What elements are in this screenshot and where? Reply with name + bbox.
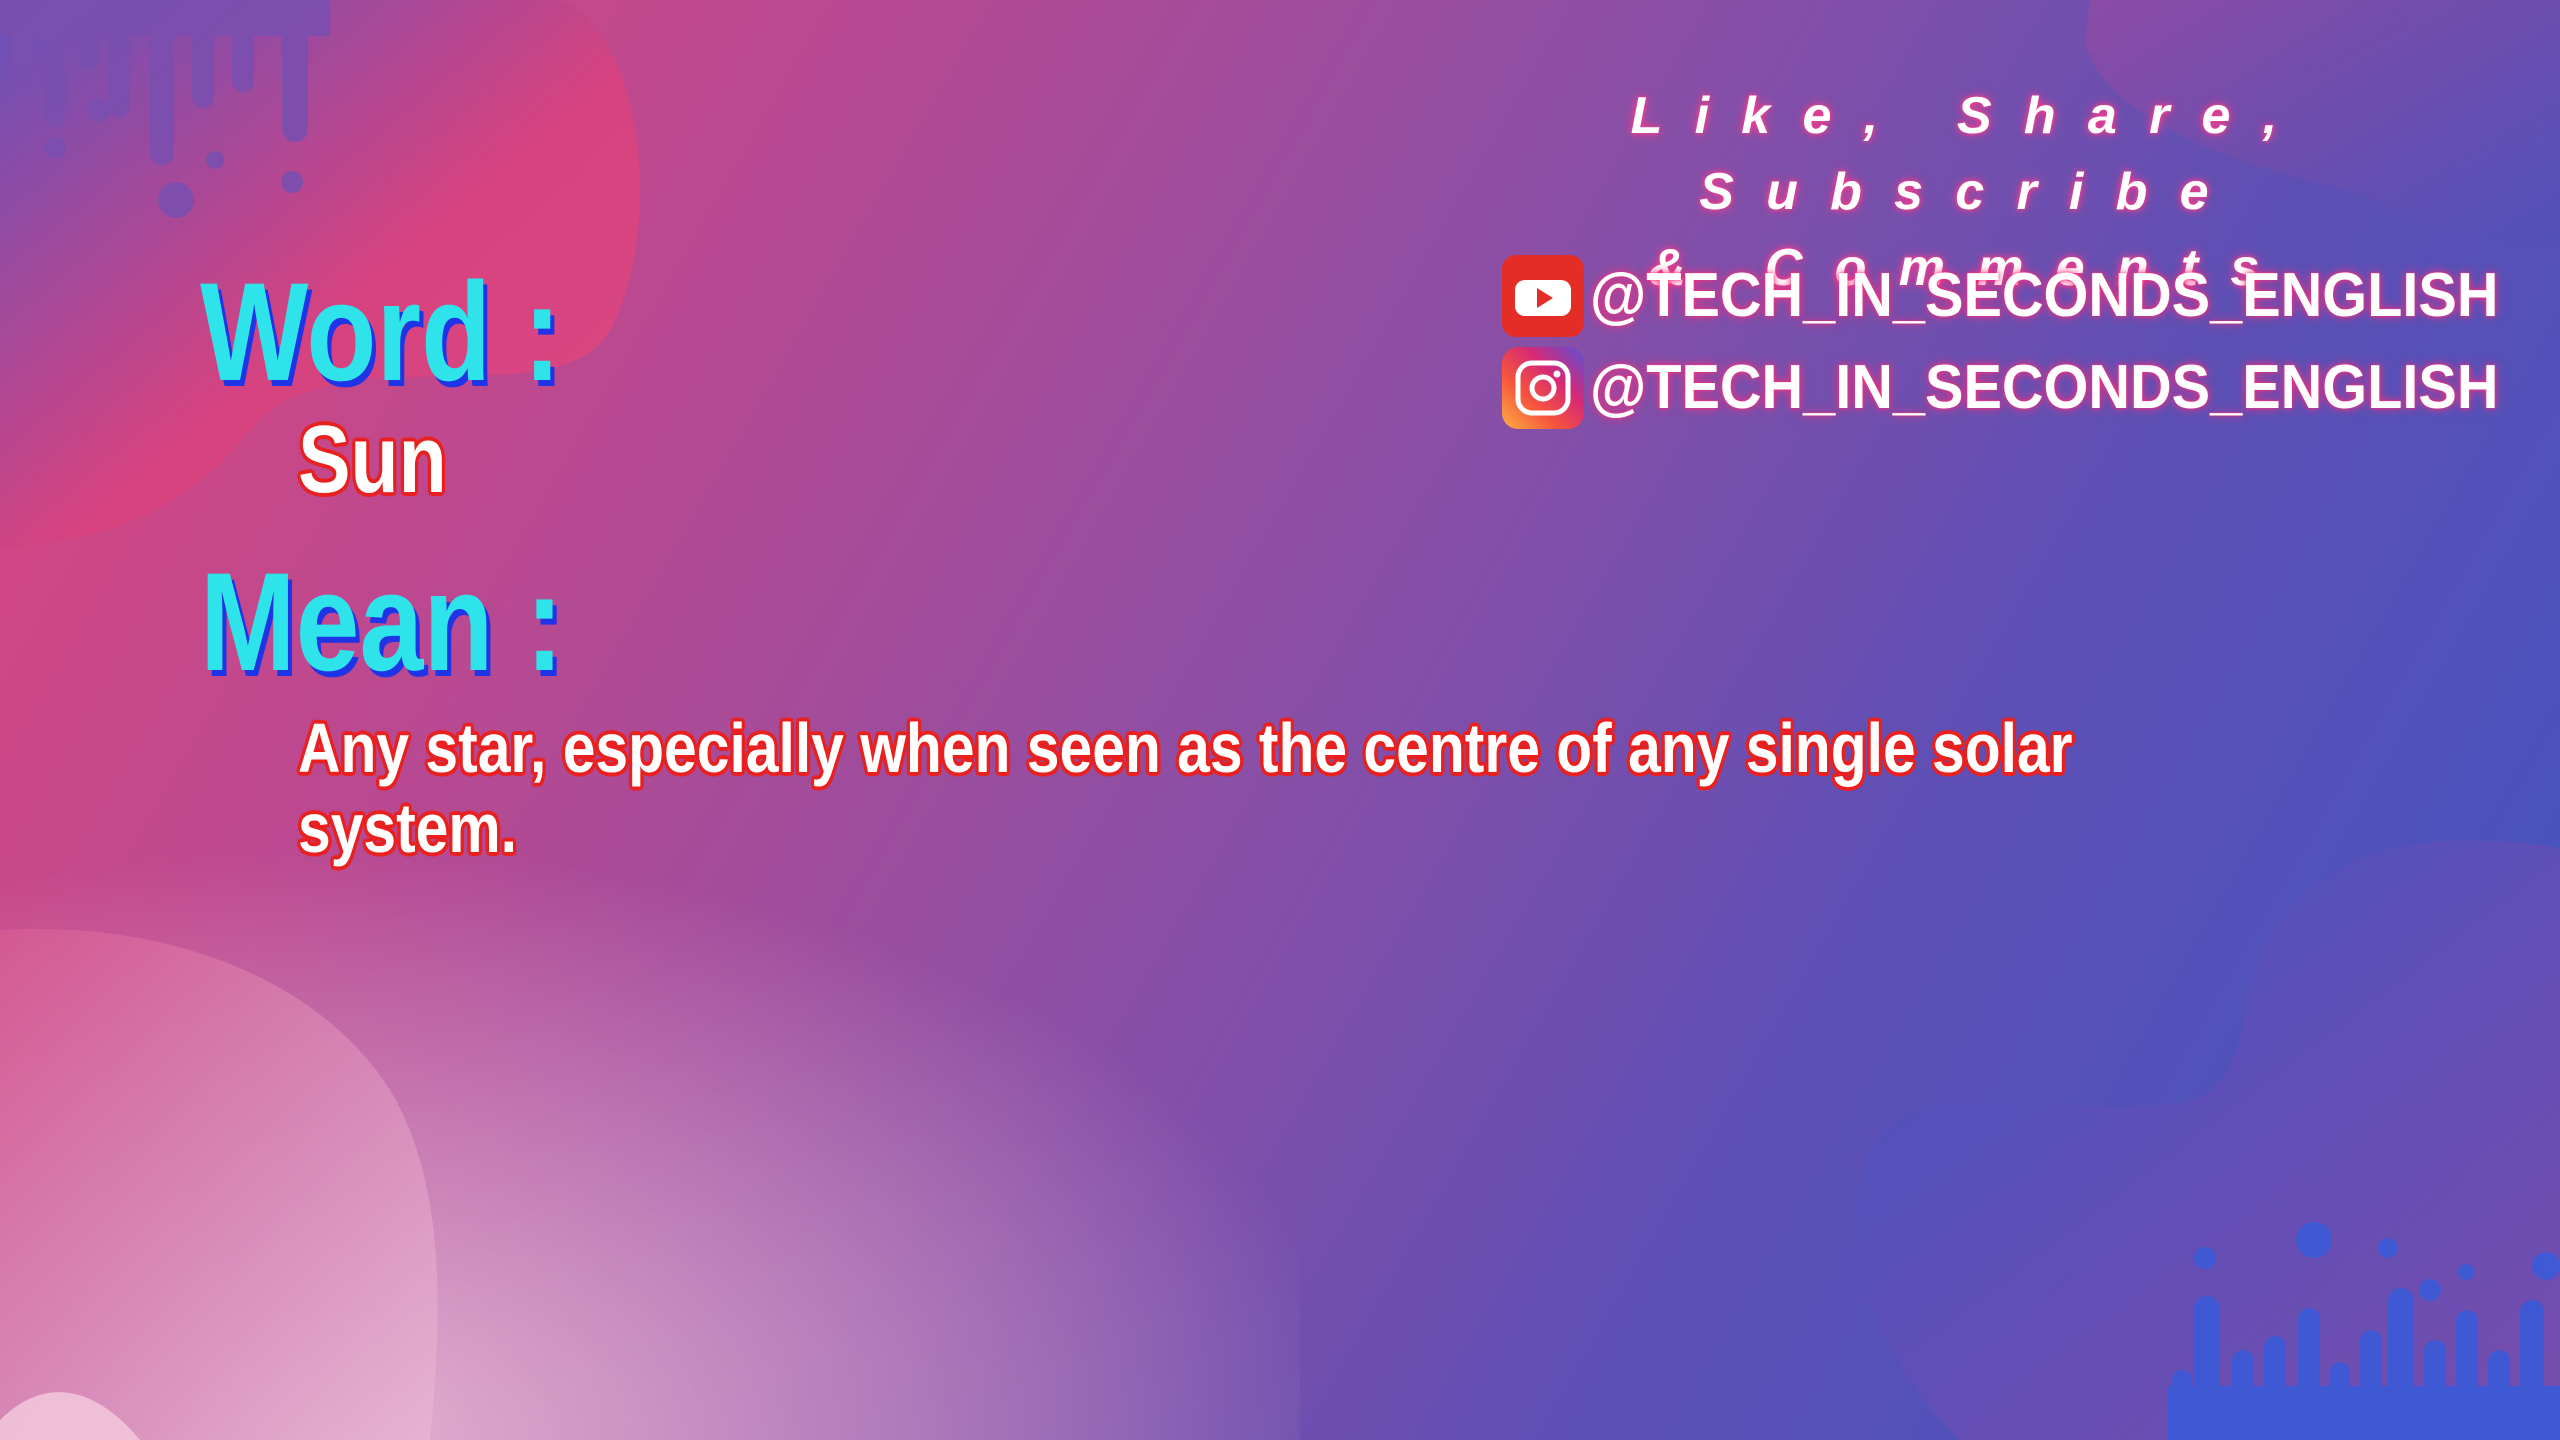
word-value: Sun bbox=[298, 406, 447, 513]
thumbnail-canvas: Word : Sun Mean : Any star, especially w… bbox=[0, 0, 2560, 1440]
instagram-icon bbox=[1502, 347, 1584, 429]
word-heading: Word : bbox=[200, 253, 562, 410]
instagram-handle: @TECH_IN_SECONDS_ENGLISH bbox=[1590, 353, 2499, 422]
meaning-heading: Mean : bbox=[200, 543, 564, 700]
youtube-icon bbox=[1502, 255, 1584, 337]
instagram-handle-row: @TECH_IN_SECONDS_ENGLISH bbox=[1502, 346, 2560, 430]
cta-line-1: Like, Share, Subscribe bbox=[1630, 87, 2310, 221]
youtube-handle-row: @TECH_IN_SECONDS_ENGLISH bbox=[1502, 254, 2560, 338]
meaning-value: Any star, especially when seen as the ce… bbox=[298, 709, 2073, 867]
youtube-handle: @TECH_IN_SECONDS_ENGLISH bbox=[1590, 261, 2499, 330]
